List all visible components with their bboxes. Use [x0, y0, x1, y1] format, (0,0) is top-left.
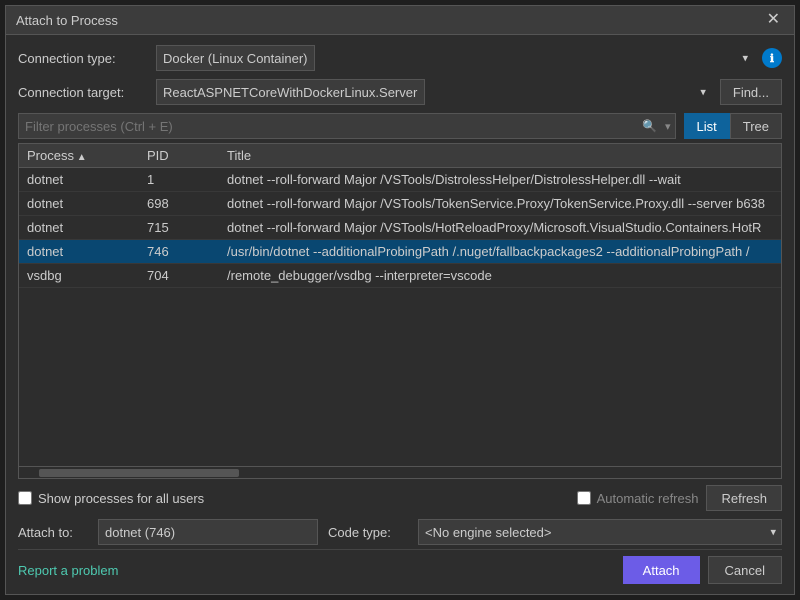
table-row[interactable]: dotnet 698 dotnet --roll-forward Major /…: [19, 192, 781, 216]
cell-process: dotnet: [19, 240, 139, 263]
attach-to-label: Attach to:: [18, 525, 88, 540]
title-bar: Attach to Process ✕: [6, 6, 794, 35]
process-table: Process PID Title dotnet 1 dotnet --roll…: [18, 143, 782, 479]
cell-pid: 715: [139, 216, 219, 239]
code-type-select-wrapper: <No engine selected>: [418, 519, 782, 545]
auto-refresh-label: Automatic refresh: [577, 491, 699, 506]
show-all-users-label: Show processes for all users: [38, 491, 204, 506]
refresh-button[interactable]: Refresh: [706, 485, 782, 511]
table-header: Process PID Title: [19, 144, 781, 168]
cell-title: /remote_debugger/vsdbg --interpreter=vsc…: [219, 264, 781, 287]
report-problem-link[interactable]: Report a problem: [18, 563, 118, 578]
attach-to-process-dialog: Attach to Process ✕ Connection type: Doc…: [5, 5, 795, 595]
cell-process: dotnet: [19, 168, 139, 191]
info-icon[interactable]: ℹ: [762, 48, 782, 68]
footer-buttons: Attach Cancel: [623, 556, 782, 584]
connection-type-row: Connection type: Docker (Linux Container…: [18, 45, 782, 71]
cell-pid: 698: [139, 192, 219, 215]
column-header-process[interactable]: Process: [19, 144, 139, 167]
column-header-pid[interactable]: PID: [139, 144, 219, 167]
filter-input-wrapper: 🔍 ▾: [18, 113, 676, 139]
table-body: dotnet 1 dotnet --roll-forward Major /VS…: [19, 168, 781, 466]
refresh-group: Automatic refresh Refresh: [577, 485, 782, 511]
cell-process: dotnet: [19, 216, 139, 239]
attach-to-row: Attach to: Code type: <No engine selecte…: [18, 515, 782, 549]
search-icon: 🔍: [638, 119, 661, 133]
scrollbar-thumb: [39, 469, 239, 477]
attach-button[interactable]: Attach: [623, 556, 700, 584]
cell-title: dotnet --roll-forward Major /VSTools/Dis…: [219, 168, 781, 191]
cell-title: dotnet --roll-forward Major /VSTools/Hot…: [219, 216, 781, 239]
cell-title: /usr/bin/dotnet --additionalProbingPath …: [219, 240, 781, 263]
cell-pid: 1: [139, 168, 219, 191]
cell-process: dotnet: [19, 192, 139, 215]
list-view-button[interactable]: List: [684, 113, 730, 139]
tree-view-button[interactable]: Tree: [730, 113, 782, 139]
find-button[interactable]: Find...: [720, 79, 782, 105]
connection-target-label: Connection target:: [18, 85, 148, 100]
show-all-users-row: Show processes for all users: [18, 491, 569, 506]
table-row[interactable]: dotnet 1 dotnet --roll-forward Major /VS…: [19, 168, 781, 192]
cancel-button[interactable]: Cancel: [708, 556, 782, 584]
dialog-body: Connection type: Docker (Linux Container…: [6, 35, 794, 594]
filter-dropdown-button[interactable]: ▾: [661, 120, 675, 133]
table-row[interactable]: dotnet 746 /usr/bin/dotnet --additionalP…: [19, 240, 781, 264]
filter-input[interactable]: [19, 116, 638, 137]
column-header-title[interactable]: Title: [219, 144, 781, 167]
connection-target-row: Connection target: ReactASPNETCoreWithDo…: [18, 79, 782, 105]
horizontal-scrollbar[interactable]: [19, 466, 781, 478]
attach-to-input[interactable]: [98, 519, 318, 545]
view-toggle: List Tree: [684, 113, 782, 139]
cell-pid: 746: [139, 240, 219, 263]
cell-pid: 704: [139, 264, 219, 287]
connection-target-select[interactable]: ReactASPNETCoreWithDockerLinux.Server: [156, 79, 425, 105]
filter-row: 🔍 ▾ List Tree: [18, 113, 782, 139]
auto-refresh-checkbox[interactable]: [577, 491, 591, 505]
close-button[interactable]: ✕: [763, 12, 784, 28]
connection-type-label: Connection type:: [18, 51, 148, 66]
connection-type-select-wrapper: Docker (Linux Container): [156, 45, 754, 71]
show-all-users-checkbox[interactable]: [18, 491, 32, 505]
table-row[interactable]: vsdbg 704 /remote_debugger/vsdbg --inter…: [19, 264, 781, 288]
connection-target-select-wrapper: ReactASPNETCoreWithDockerLinux.Server: [156, 79, 712, 105]
table-row[interactable]: dotnet 715 dotnet --roll-forward Major /…: [19, 216, 781, 240]
dialog-title: Attach to Process: [16, 13, 118, 28]
connection-type-select[interactable]: Docker (Linux Container): [156, 45, 315, 71]
footer-row: Report a problem Attach Cancel: [18, 549, 782, 588]
code-type-select[interactable]: <No engine selected>: [418, 519, 782, 545]
cell-title: dotnet --roll-forward Major /VSTools/Tok…: [219, 192, 781, 215]
bottom-controls: Show processes for all users Automatic r…: [18, 479, 782, 515]
code-type-label: Code type:: [328, 525, 408, 540]
cell-process: vsdbg: [19, 264, 139, 287]
